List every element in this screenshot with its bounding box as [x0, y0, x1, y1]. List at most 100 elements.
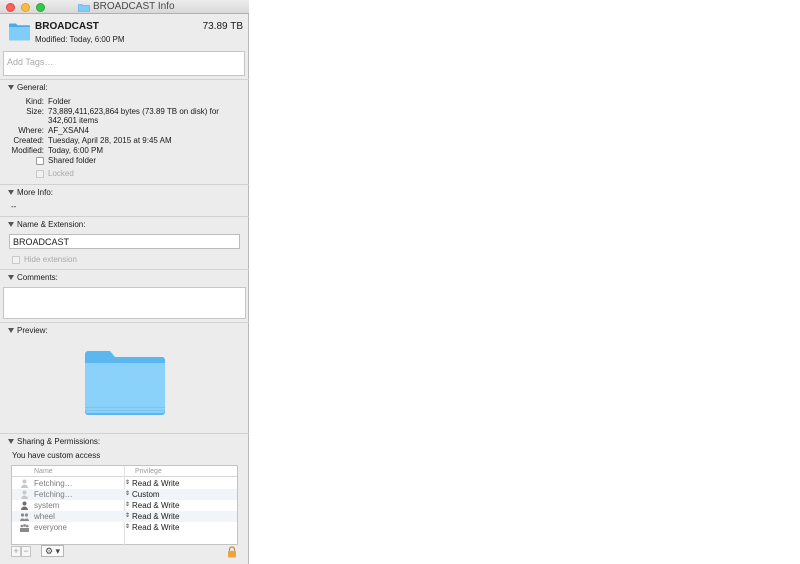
privilege-value: Read & Write [132, 501, 180, 510]
folder-icon [78, 3, 90, 12]
privilege-popup[interactable]: ⇕ Custom [125, 489, 160, 500]
more-info-heading: More Info: [17, 188, 54, 197]
up-down-arrows-icon: ⇕ [125, 524, 131, 530]
where-value: AF_XSAN4 [48, 126, 89, 135]
created-label: Created: [13, 136, 44, 145]
comments-field[interactable] [3, 287, 246, 319]
zoom-button[interactable] [36, 3, 45, 12]
modified-value: Today, 6:00 PM [48, 146, 103, 155]
table-row[interactable]: everyone ⇕ Read & Write [12, 522, 237, 533]
privilege-value: Custom [132, 490, 160, 499]
locked-checkbox [36, 169, 44, 178]
privilege-popup[interactable]: ⇕ Read & Write [125, 478, 179, 489]
privilege-popup[interactable]: ⇕ Read & Write [125, 500, 179, 511]
shared-folder-label: Shared folder [48, 156, 97, 165]
item-name: BROADCAST [35, 21, 99, 32]
up-down-arrows-icon: ⇕ [125, 491, 131, 497]
permissions-toolbar: + − ⚙ ▾ [11, 545, 238, 559]
permissions-table: Name Privilege Fetching… ⇕ Read & Write F… [11, 465, 238, 546]
name-extension-heading: Name & Extension: [17, 220, 86, 229]
comments-heading: Comments: [17, 273, 58, 282]
created-value: Tuesday, April 28, 2015 at 9:45 AM [48, 136, 172, 145]
info-window: BROADCAST Info BROADCAST 73.89 TB Modifi… [0, 0, 249, 564]
user-icon [21, 479, 28, 488]
add-user-button[interactable]: + [11, 546, 21, 557]
more-info-section-toggle[interactable]: More Info: [8, 188, 53, 197]
minimize-button[interactable] [21, 3, 30, 12]
general-heading: General: [17, 83, 48, 92]
info-header: BROADCAST 73.89 TB Modified: Today, 6:00… [0, 15, 249, 51]
row-name: system [34, 501, 60, 510]
modified-row: Modified: Today, 6:00 PM [0, 146, 249, 156]
disclosure-triangle-icon [8, 328, 14, 333]
gear-menu-button[interactable]: ⚙ ▾ [41, 545, 64, 557]
item-modified: Modified: Today, 6:00 PM [35, 35, 125, 44]
hide-extension-option: Hide extension [12, 255, 77, 264]
disclosure-triangle-icon [8, 222, 14, 227]
hide-extension-checkbox [12, 255, 20, 264]
up-down-arrows-icon: ⇕ [125, 513, 131, 519]
general-details: Kind: Folder Size: 73,889,411,623,864 by… [0, 97, 249, 157]
kind-row: Kind: Folder [0, 97, 249, 107]
disclosure-triangle-icon [8, 85, 14, 90]
row-name: Fetching… [34, 479, 73, 488]
access-note: You have custom access [12, 451, 101, 460]
group-icon [20, 513, 29, 521]
remove-user-button[interactable]: − [21, 546, 31, 557]
row-name: wheel [34, 512, 55, 521]
preview-heading: Preview: [17, 326, 48, 335]
folder-icon [9, 23, 30, 41]
privilege-value: Read & Write [132, 479, 180, 488]
table-row[interactable]: Fetching… ⇕ Custom [12, 489, 237, 500]
window-title: BROADCAST Info [78, 1, 175, 13]
close-button[interactable] [6, 3, 15, 12]
kind-value: Folder [48, 97, 71, 106]
divider [0, 433, 249, 434]
everyone-icon [20, 524, 29, 532]
modified-label: Modified: [11, 146, 44, 155]
size-items-value: 342,601 items [48, 116, 99, 125]
table-row[interactable]: system ⇕ Read & Write [12, 500, 237, 511]
disclosure-triangle-icon [8, 190, 14, 195]
divider [0, 322, 249, 323]
lock-icon[interactable] [227, 546, 237, 558]
created-row: Created: Tuesday, April 28, 2015 at 9:45… [0, 136, 249, 146]
sharing-heading: Sharing & Permissions: [17, 437, 101, 446]
size-row-cont: 342,601 items [0, 116, 249, 126]
table-row[interactable]: wheel ⇕ Read & Write [12, 511, 237, 522]
preview-section-toggle[interactable]: Preview: [8, 326, 48, 335]
user-icon [21, 490, 28, 499]
name-field[interactable]: BROADCAST [9, 234, 240, 249]
shared-folder-option[interactable]: Shared folder [36, 156, 96, 165]
tags-input[interactable] [4, 55, 244, 69]
where-label: Where: [18, 126, 44, 135]
col-privilege-header[interactable]: Privilege [135, 468, 162, 475]
divider [0, 216, 249, 217]
kind-label: Kind: [25, 97, 44, 106]
title-bar[interactable]: BROADCAST Info [0, 0, 249, 14]
user-icon [21, 501, 28, 510]
divider [0, 269, 249, 270]
privilege-popup[interactable]: ⇕ Read & Write [125, 522, 179, 533]
window-title-text: BROADCAST Info [93, 1, 175, 12]
divider [0, 79, 249, 80]
col-name-header[interactable]: Name [34, 468, 53, 475]
comments-section-toggle[interactable]: Comments: [8, 273, 58, 282]
where-row: Where: AF_XSAN4 [0, 126, 249, 136]
table-row[interactable]: Fetching… ⇕ Read & Write [12, 478, 237, 489]
item-size: 73.89 TB [202, 21, 243, 32]
sharing-section-toggle[interactable]: Sharing & Permissions: [8, 437, 100, 446]
up-down-arrows-icon: ⇕ [125, 502, 131, 508]
more-info-value: -- [11, 202, 17, 211]
privilege-popup[interactable]: ⇕ Read & Write [125, 511, 179, 522]
tags-field[interactable] [3, 51, 245, 76]
up-down-arrows-icon: ⇕ [125, 480, 131, 486]
privilege-value: Read & Write [132, 512, 180, 521]
disclosure-triangle-icon [8, 275, 14, 280]
folder-preview-icon [85, 351, 165, 415]
name-extension-section-toggle[interactable]: Name & Extension: [8, 220, 85, 229]
privilege-value: Read & Write [132, 523, 180, 532]
locked-label: Locked [48, 169, 74, 178]
general-section-toggle[interactable]: General: [8, 83, 48, 92]
shared-folder-checkbox[interactable] [36, 156, 44, 165]
